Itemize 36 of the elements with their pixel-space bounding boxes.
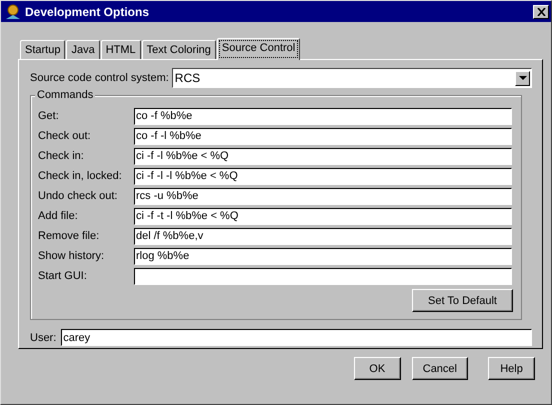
- command-field[interactable]: co -f %b%e: [134, 108, 512, 124]
- ok-button[interactable]: OK: [354, 357, 401, 380]
- tab[interactable]: Source Control: [216, 38, 300, 60]
- group-title: Commands: [35, 89, 96, 101]
- tab[interactable]: Java: [66, 40, 100, 59]
- field-label: Add file:: [38, 210, 79, 222]
- field-label: Show history:: [38, 250, 106, 262]
- globe-icon: [5, 4, 21, 20]
- field-label: Get:: [38, 110, 60, 122]
- tab[interactable]: Startup: [20, 40, 66, 59]
- field-label: Check out:: [38, 130, 92, 142]
- command-field[interactable]: [134, 268, 512, 284]
- field-label: Check in, locked:: [38, 170, 123, 182]
- field-label: Source code control system:: [30, 72, 169, 84]
- command-field[interactable]: ci -f -t -l %b%e < %Q: [134, 208, 512, 224]
- user-field[interactable]: carey: [61, 329, 532, 346]
- command-field[interactable]: ci -f -l %b%e < %Q: [134, 148, 512, 164]
- tab[interactable]: Text Coloring: [142, 40, 216, 59]
- tab[interactable]: HTML: [100, 40, 141, 59]
- system-dropdown[interactable]: RCS: [172, 68, 532, 88]
- window-title: Development Options: [25, 4, 150, 18]
- command-field[interactable]: ci -f -l -l %b%e < %Q: [134, 168, 512, 184]
- command-field[interactable]: rcs -u %b%e: [134, 188, 512, 204]
- field-label: User:: [30, 332, 56, 344]
- help-button[interactable]: Help: [488, 357, 535, 380]
- field-label: Undo check out:: [38, 190, 118, 202]
- close-icon[interactable]: [536, 8, 546, 16]
- field-label: Start GUI:: [38, 270, 88, 282]
- set-to-default-button[interactable]: Set To Default: [412, 289, 513, 312]
- field-label: Check in:: [38, 150, 85, 162]
- command-field[interactable]: rlog %b%e: [134, 248, 512, 264]
- close-button[interactable]: [533, 4, 549, 18]
- field-label: Remove file:: [38, 230, 100, 242]
- cancel-button[interactable]: Cancel: [412, 357, 468, 380]
- command-field[interactable]: del /f %b%e,v: [134, 228, 512, 244]
- command-field[interactable]: co -f -l %b%e: [134, 128, 512, 144]
